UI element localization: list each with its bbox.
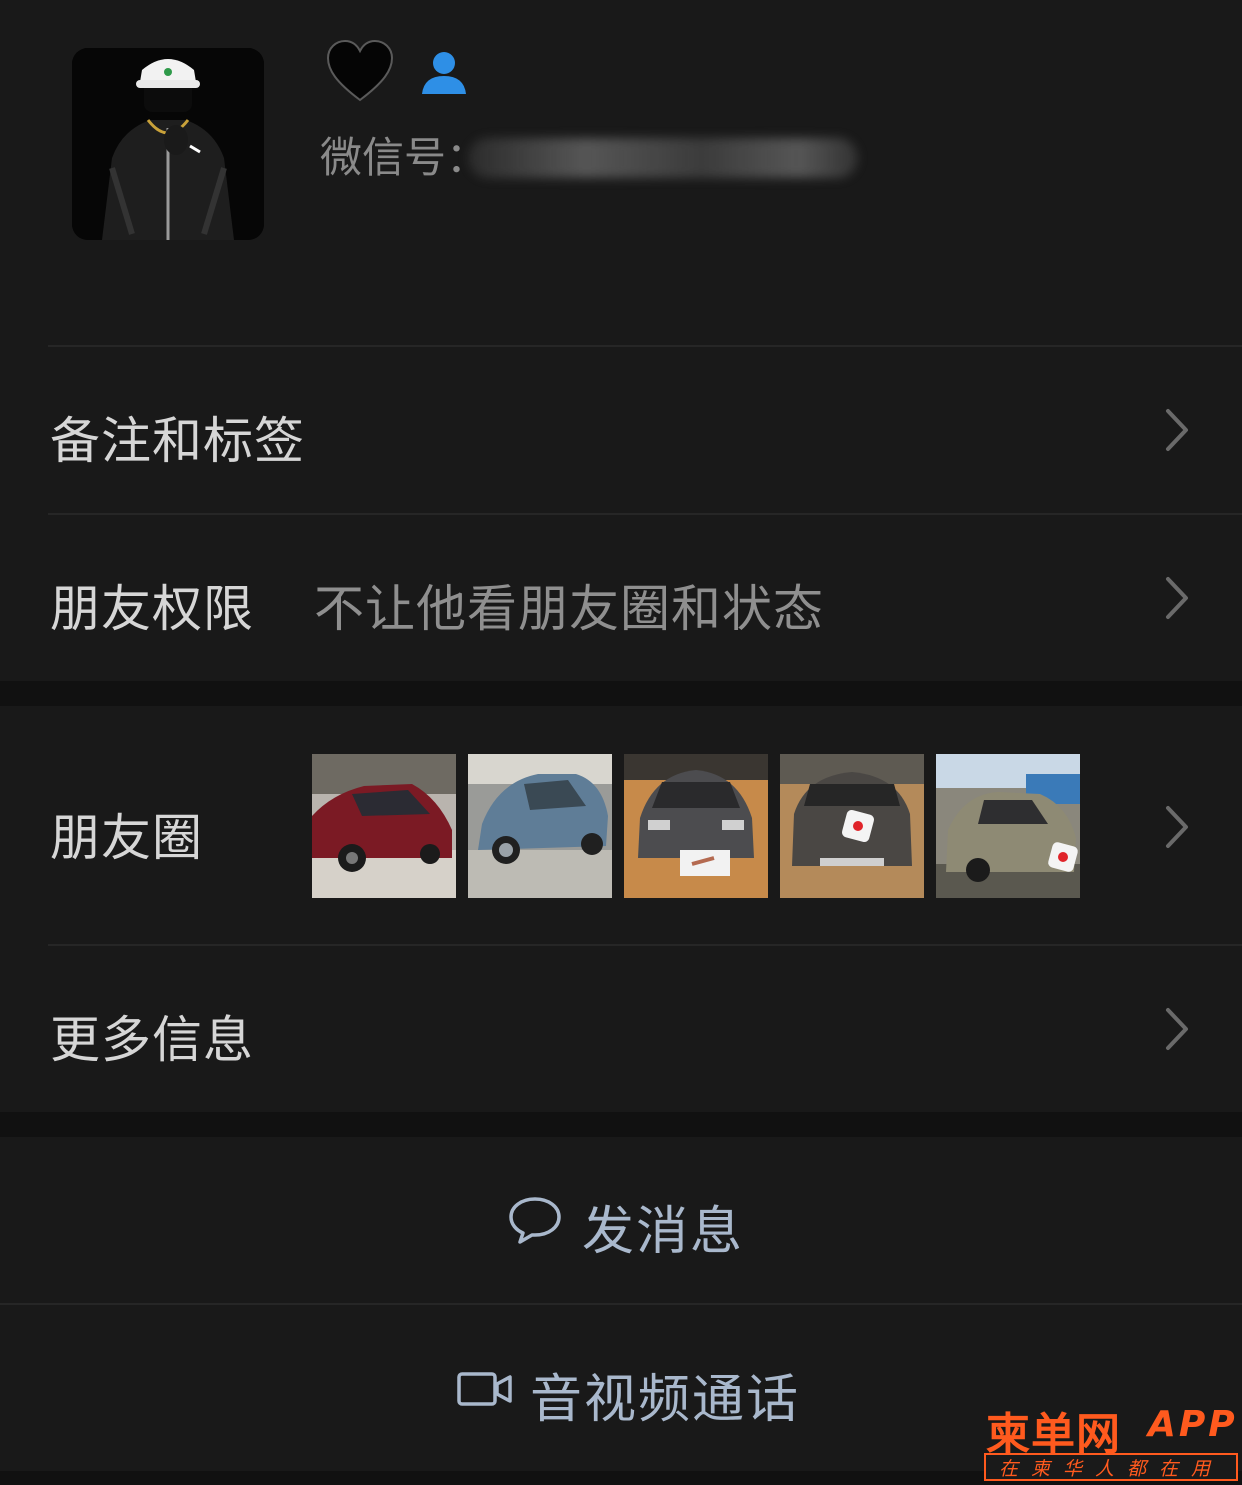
chevron-right-icon (1166, 1008, 1188, 1050)
divider (48, 513, 1242, 515)
watermark-app: APP (1148, 1404, 1238, 1445)
black-heart-icon (326, 39, 394, 102)
permission-label: 朋友权限 (50, 580, 254, 638)
wechat-id-value-blurred (468, 138, 858, 178)
chat-bubble-icon (509, 1197, 561, 1244)
remark-and-tags-row[interactable]: 备注和标签 (0, 345, 1242, 513)
friend-permission-row[interactable]: 朋友权限 不让他看朋友圈和状态 (0, 513, 1242, 681)
avatar-image (72, 48, 264, 240)
video-call-label: 音视频通话 (530, 1370, 801, 1430)
permission-value: 不让他看朋友圈和状态 (314, 580, 824, 638)
grey-car-rear-photo (780, 754, 924, 898)
grey-car-front-photo (624, 754, 768, 898)
moments-thumbnail (624, 754, 768, 898)
red-car-photo (312, 754, 456, 898)
divider (48, 345, 1242, 347)
moments-thumbnail (780, 754, 924, 898)
profile-header: 微信号： (0, 0, 1242, 345)
chevron-right-icon (1166, 806, 1188, 848)
send-message-button[interactable]: 发消息 (0, 1137, 1242, 1303)
chevron-right-icon (1166, 409, 1188, 451)
moments-row[interactable]: 朋友圈 (0, 706, 1242, 944)
moments-thumbnail (312, 754, 456, 898)
moments-thumbnail (468, 754, 612, 898)
chevron-right-icon (1166, 577, 1188, 619)
avatar[interactable] (72, 48, 264, 240)
moments-label: 朋友圈 (50, 809, 203, 867)
moments-thumbnail (936, 754, 1080, 898)
send-message-label: 发消息 (582, 1202, 745, 1262)
wechat-id-label: 微信号： (320, 133, 489, 182)
gold-car-photo (936, 754, 1080, 898)
blue-car-photo (468, 754, 612, 898)
divider (0, 1303, 1242, 1305)
video-camera-icon (457, 1372, 512, 1406)
divider (48, 944, 1242, 946)
more-info-row[interactable]: 更多信息 (0, 944, 1242, 1112)
remark-label: 备注和标签 (50, 412, 305, 470)
person-icon (422, 52, 466, 94)
watermark-slogan: 在柬华人都在用 (984, 1453, 1238, 1481)
more-info-label: 更多信息 (50, 1011, 254, 1069)
